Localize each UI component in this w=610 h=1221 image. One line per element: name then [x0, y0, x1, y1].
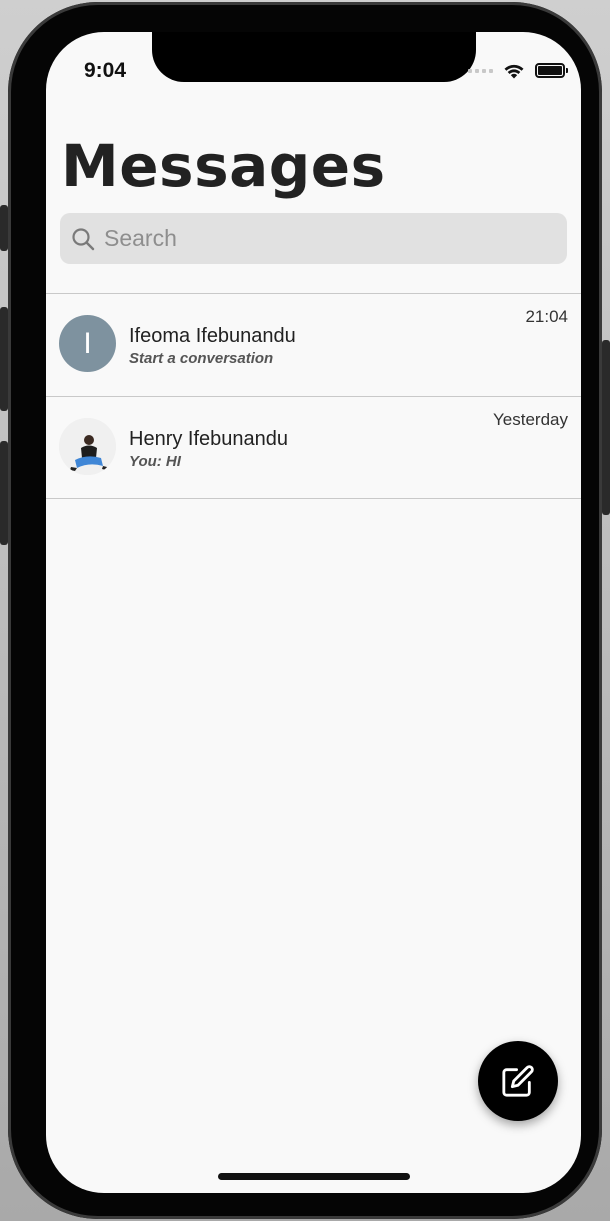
status-time: 9:04: [84, 59, 127, 82]
status-icons: [468, 62, 568, 79]
mute-switch: [0, 205, 8, 251]
message-time: Yesterday: [493, 410, 568, 429]
phone-bezel: 9:04 Messages Search I Ifeoma Ifebunandu…: [8, 2, 602, 1219]
device-frame: 9:04 Messages Search I Ifeoma Ifebunandu…: [0, 0, 610, 1221]
contact-name: Henry Ifebunandu: [129, 428, 289, 450]
conversation-list: I Ifeoma Ifebunandu Start a conversation…: [46, 293, 581, 499]
power-button: [602, 340, 610, 515]
profile-photo: [59, 418, 116, 475]
battery-icon: [535, 63, 568, 78]
compose-icon: [502, 1065, 534, 1097]
search-input[interactable]: [104, 225, 544, 252]
screen: 9:04 Messages Search I Ifeoma Ifebunandu…: [46, 32, 581, 1193]
page-title: Messages: [61, 132, 386, 200]
search-bar[interactable]: [60, 213, 567, 264]
message-preview: Start a conversation: [129, 350, 274, 367]
signal-icon: [468, 68, 493, 73]
notch: [152, 32, 476, 82]
conversation-row[interactable]: Henry Ifebunandu You: HI Yesterday: [46, 396, 581, 499]
avatar[interactable]: [59, 418, 116, 475]
search-icon: [72, 227, 95, 250]
home-indicator[interactable]: [218, 1173, 410, 1180]
wifi-icon: [504, 64, 524, 79]
conversation-row[interactable]: I Ifeoma Ifebunandu Start a conversation…: [46, 293, 581, 396]
message-preview: You: HI: [129, 453, 181, 470]
contact-name: Ifeoma Ifebunandu: [129, 325, 296, 347]
avatar[interactable]: I: [59, 315, 116, 372]
compose-button[interactable]: [478, 1041, 558, 1121]
volume-down-button: [0, 441, 8, 545]
message-time: 21:04: [525, 307, 568, 326]
volume-up-button: [0, 307, 8, 411]
